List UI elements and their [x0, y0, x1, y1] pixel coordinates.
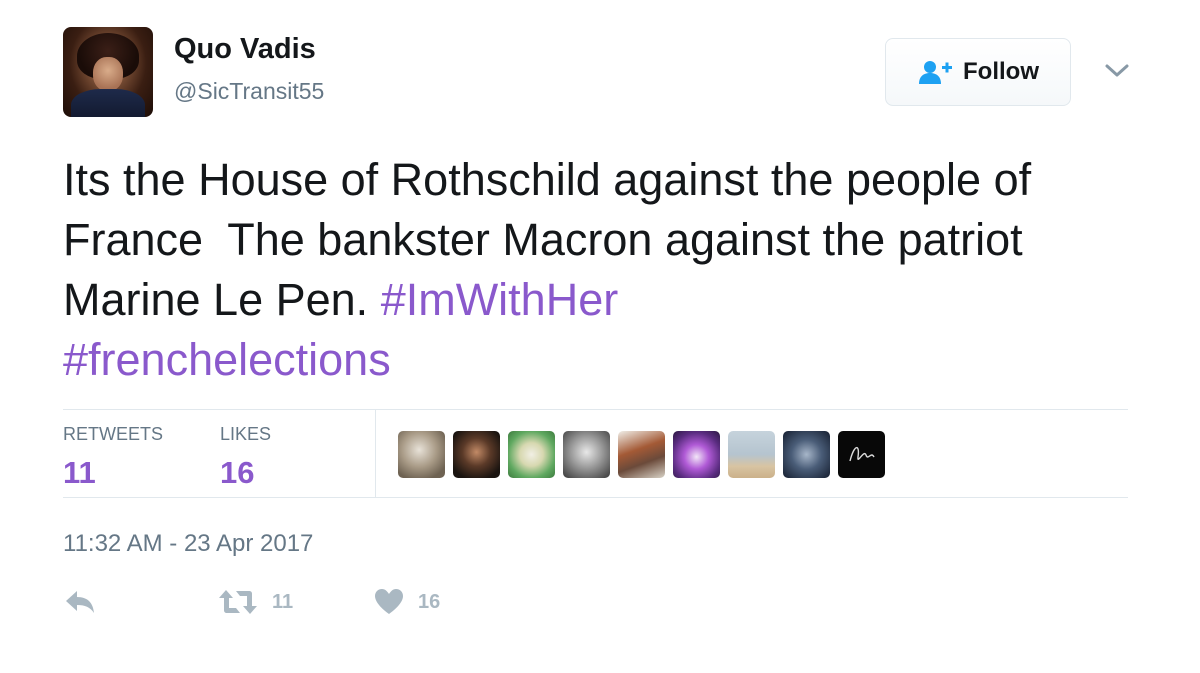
liker-avatar[interactable]	[398, 431, 445, 478]
user-handle[interactable]: @SicTransit55	[174, 78, 324, 105]
likes-label: LIKES	[220, 424, 272, 444]
liker-avatar[interactable]	[618, 431, 665, 478]
likes-stat[interactable]: LIKES 16	[220, 424, 271, 491]
liker-avatar[interactable]	[508, 431, 555, 478]
tweet-card: Quo Vadis @SicTransit55 Follow Its the H…	[0, 0, 1200, 673]
follow-button[interactable]: Follow	[885, 38, 1071, 106]
follow-label: Follow	[963, 58, 1039, 85]
retweets-label: RETWEETS	[63, 424, 164, 444]
liker-avatar[interactable]	[838, 431, 885, 478]
chevron-down-icon[interactable]	[1102, 60, 1132, 82]
heart-icon	[375, 589, 403, 614]
display-name[interactable]: Quo Vadis	[174, 33, 316, 66]
reply-button[interactable]	[63, 588, 97, 616]
liker-avatar[interactable]	[453, 431, 500, 478]
divider	[63, 497, 1128, 498]
hashtag-link[interactable]: #ImWithHer	[381, 274, 619, 325]
reply-icon	[66, 591, 94, 613]
retweet-count: 11	[272, 590, 294, 613]
likes-count: 16	[220, 455, 255, 490]
liker-avatars	[398, 431, 885, 478]
divider	[63, 409, 1128, 410]
liker-avatar[interactable]	[563, 431, 610, 478]
retweets-count: 11	[63, 455, 96, 490]
retweet-icon	[219, 590, 257, 614]
avatar[interactable]	[63, 27, 153, 117]
retweet-button[interactable]: 11	[218, 588, 293, 616]
liker-avatar[interactable]	[783, 431, 830, 478]
add-user-icon	[919, 61, 952, 84]
like-button[interactable]: 16	[374, 588, 440, 616]
signature-icon	[849, 447, 875, 462]
liker-avatar[interactable]	[728, 431, 775, 478]
tweet-text: Its the House of Rothschild against the …	[63, 150, 1143, 390]
liker-avatar[interactable]	[673, 431, 720, 478]
hashtag-link[interactable]: #frenchelections	[63, 334, 391, 385]
like-count: 16	[418, 590, 441, 613]
divider	[375, 410, 376, 497]
retweets-stat[interactable]: RETWEETS 11	[63, 424, 163, 491]
tweet-timestamp[interactable]: 11:32 AM - 23 Apr 2017	[63, 530, 313, 558]
